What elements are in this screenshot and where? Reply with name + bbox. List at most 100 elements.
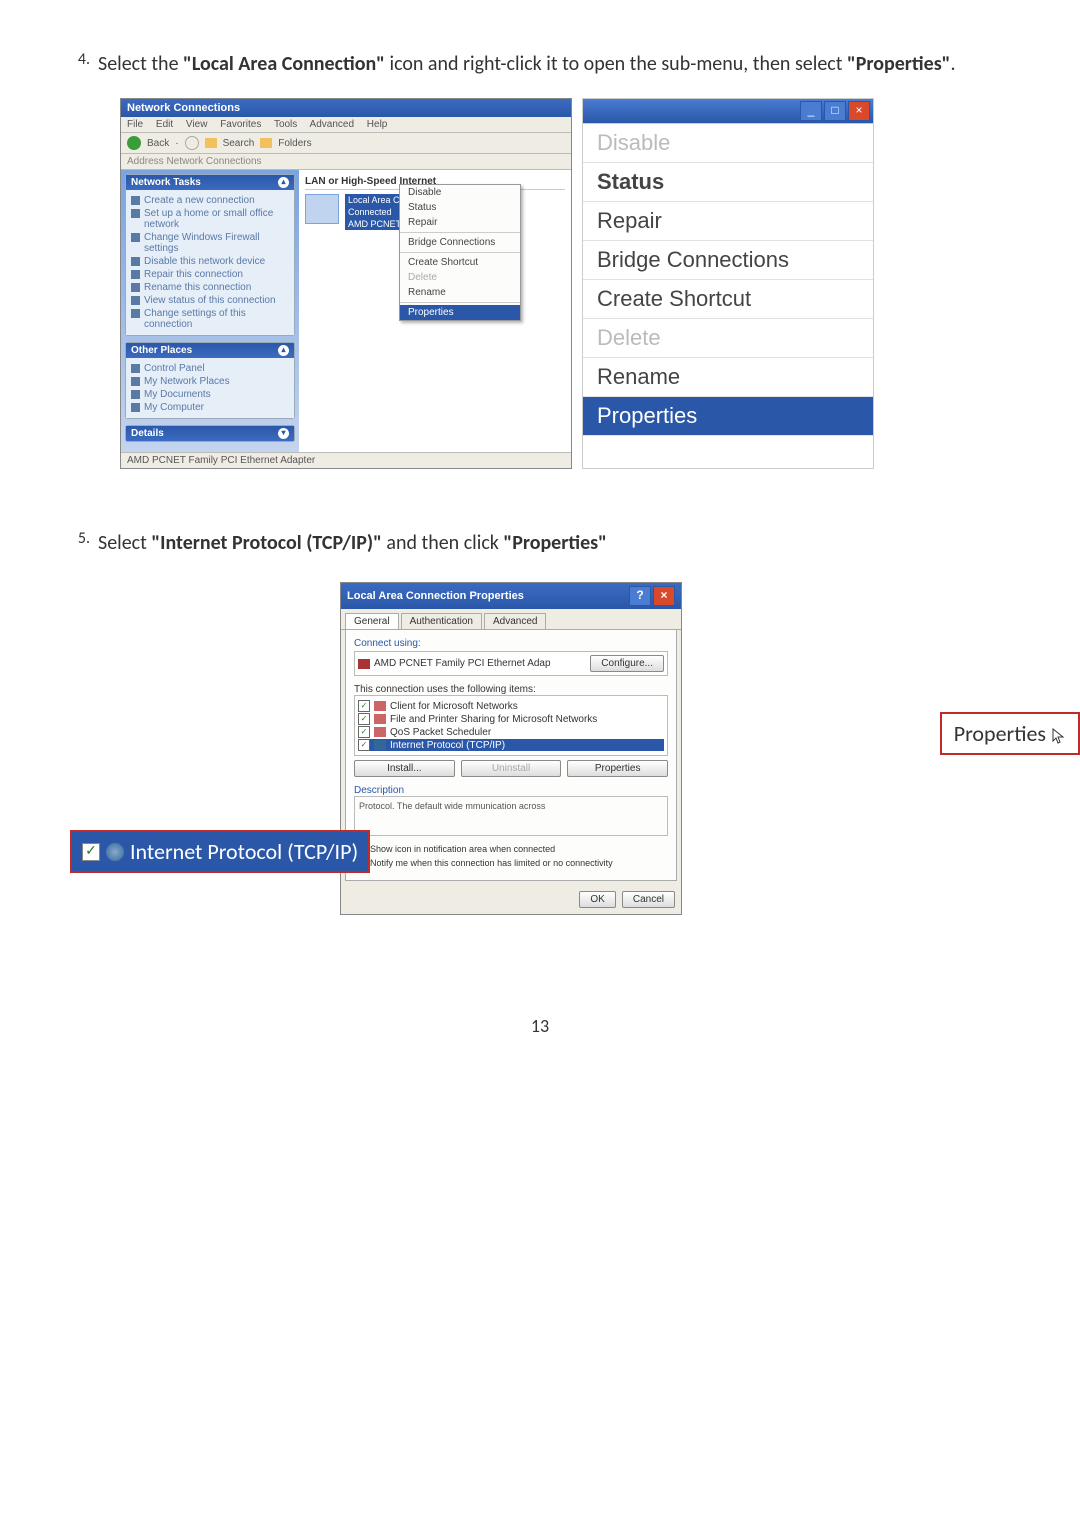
t: Repair this connection [144, 269, 243, 280]
ctx-bridge[interactable]: Bridge Connections [400, 235, 520, 250]
task-link[interactable]: Rename this connection [131, 282, 289, 293]
ctx-repair[interactable]: Repair [400, 215, 520, 230]
ok-button[interactable]: OK [579, 891, 615, 908]
callout-shortcut[interactable]: Create Shortcut [583, 280, 873, 319]
component-icon [374, 727, 386, 737]
tab-advanced[interactable]: Advanced [484, 613, 546, 629]
search-button[interactable]: Search [223, 138, 255, 149]
menu-file[interactable]: File [127, 119, 143, 130]
chevron-icon[interactable]: ▴ [278, 345, 289, 356]
ctx-properties[interactable]: Properties [400, 305, 520, 320]
menu-bar[interactable]: File Edit View Favorites Tools Advanced … [121, 117, 571, 133]
callout-status[interactable]: Status [583, 163, 873, 202]
callout-disable[interactable]: Disable [583, 124, 873, 163]
checkbox[interactable]: ✓ [358, 739, 370, 751]
t: Network Tasks [131, 177, 201, 188]
forward-icon[interactable] [185, 136, 199, 150]
panel-heading[interactable]: Network Tasks ▴ [126, 175, 294, 190]
step-5-text: Select "Internet Protocol (TCP/IP)" and … [98, 529, 607, 557]
minimize-button[interactable]: _ [800, 101, 822, 121]
back-icon[interactable] [127, 136, 141, 150]
component-list[interactable]: ✓ Client for Microsoft Networks ✓File and… [354, 695, 668, 756]
menu-view[interactable]: View [186, 119, 208, 130]
menu-edit[interactable]: Edit [156, 119, 173, 130]
up-icon[interactable] [205, 138, 217, 148]
callout-bridge[interactable]: Bridge Connections [583, 241, 873, 280]
notify-checkbox[interactable]: ✓Notify me when this connection has limi… [354, 858, 668, 870]
properties-button[interactable]: Properties [567, 760, 668, 777]
list-item[interactable]: ✓ Client for Microsoft Networks [358, 700, 664, 712]
task-link[interactable]: Set up a home or small office network [131, 208, 289, 230]
network-connections-window: Network Connections File Edit View Favor… [120, 98, 572, 469]
chevron-icon[interactable]: ▾ [278, 428, 289, 439]
tab-authentication[interactable]: Authentication [401, 613, 482, 629]
t: Notify me when this connection has limit… [370, 858, 613, 868]
adapter-name: AMD PCNET Family PCI Ethernet Adap [374, 658, 551, 669]
ctx-rename[interactable]: Rename [400, 285, 520, 300]
task-link[interactable]: Repair this connection [131, 269, 289, 280]
t: Show icon in notification area when conn… [370, 844, 555, 854]
checkbox[interactable]: ✓ [358, 700, 370, 712]
panel-body: Create a new connection Set up a home or… [126, 190, 294, 335]
list-item[interactable]: ✓QoS Packet Scheduler [358, 726, 664, 738]
callout-properties[interactable]: Properties [583, 397, 873, 436]
separator [400, 252, 520, 253]
ctx-shortcut[interactable]: Create Shortcut [400, 255, 520, 270]
show-icon-checkbox[interactable]: Show icon in notification area when conn… [354, 844, 668, 856]
task-link[interactable]: Change Windows Firewall settings [131, 232, 289, 254]
lac-properties-dialog: Local Area Connection Properties ? × Gen… [340, 582, 682, 915]
dialog-body: Connect using: AMD PCNET Family PCI Ethe… [345, 630, 677, 881]
list-item-tcpip[interactable]: ✓Internet Protocol (TCP/IP) [358, 739, 664, 751]
checkbox[interactable]: ✓ [358, 713, 370, 725]
other-link[interactable]: My Documents [131, 389, 289, 400]
callout-repair[interactable]: Repair [583, 202, 873, 241]
ctx-disable[interactable]: Disable [400, 185, 520, 200]
folders-icon[interactable] [260, 138, 272, 148]
folders-button[interactable]: Folders [278, 138, 311, 149]
chevron-icon[interactable]: ▴ [278, 177, 289, 188]
menu-advanced[interactable]: Advanced [310, 119, 354, 130]
panel-heading[interactable]: Details▾ [126, 426, 294, 441]
component-icon [374, 740, 386, 750]
maximize-button[interactable]: □ [824, 101, 846, 121]
other-link[interactable]: Control Panel [131, 363, 289, 374]
install-button[interactable]: Install... [354, 760, 455, 777]
ctx-status[interactable]: Status [400, 200, 520, 215]
t: Client for Microsoft Networks [390, 701, 518, 712]
t: Select the [98, 52, 183, 76]
task-link[interactable]: Create a new connection [131, 195, 289, 206]
panel-body: Control Panel My Network Places My Docum… [126, 358, 294, 418]
window-body: Network Tasks ▴ Create a new connection S… [121, 170, 571, 452]
close-button[interactable]: × [848, 101, 870, 121]
back-button[interactable]: Back [147, 138, 169, 149]
menu-tools[interactable]: Tools [274, 119, 297, 130]
task-link[interactable]: View status of this connection [131, 295, 289, 306]
t: Change settings of this connection [144, 308, 289, 330]
tab-general[interactable]: General [345, 613, 399, 629]
nic-icon [358, 659, 370, 669]
network-tasks-panel: Network Tasks ▴ Create a new connection S… [125, 174, 295, 336]
nic-icon [305, 194, 339, 224]
description-heading: Description [354, 785, 668, 796]
cancel-button[interactable]: Cancel [622, 891, 675, 908]
t: My Network Places [144, 376, 230, 387]
t: My Documents [144, 389, 211, 400]
t: "Properties" [847, 52, 950, 76]
panel-heading[interactable]: Other Places▴ [126, 343, 294, 358]
toolbar: Back · Search Folders [121, 133, 571, 154]
other-link[interactable]: My Network Places [131, 376, 289, 387]
checkbox[interactable]: ✓ [358, 726, 370, 738]
t: "Properties" [503, 531, 606, 555]
callout-rename[interactable]: Rename [583, 358, 873, 397]
configure-button[interactable]: Configure... [590, 655, 664, 672]
task-link[interactable]: Disable this network device [131, 256, 289, 267]
close-button[interactable]: × [653, 586, 675, 606]
menu-help[interactable]: Help [367, 119, 388, 130]
menu-favorites[interactable]: Favorites [220, 119, 261, 130]
task-link[interactable]: Change settings of this connection [131, 308, 289, 330]
properties-callout: Properties [940, 712, 1080, 755]
list-item[interactable]: ✓File and Printer Sharing for Microsoft … [358, 713, 664, 725]
address-bar[interactable]: Address Network Connections [121, 154, 571, 170]
help-button[interactable]: ? [629, 586, 651, 606]
other-link[interactable]: My Computer [131, 402, 289, 413]
